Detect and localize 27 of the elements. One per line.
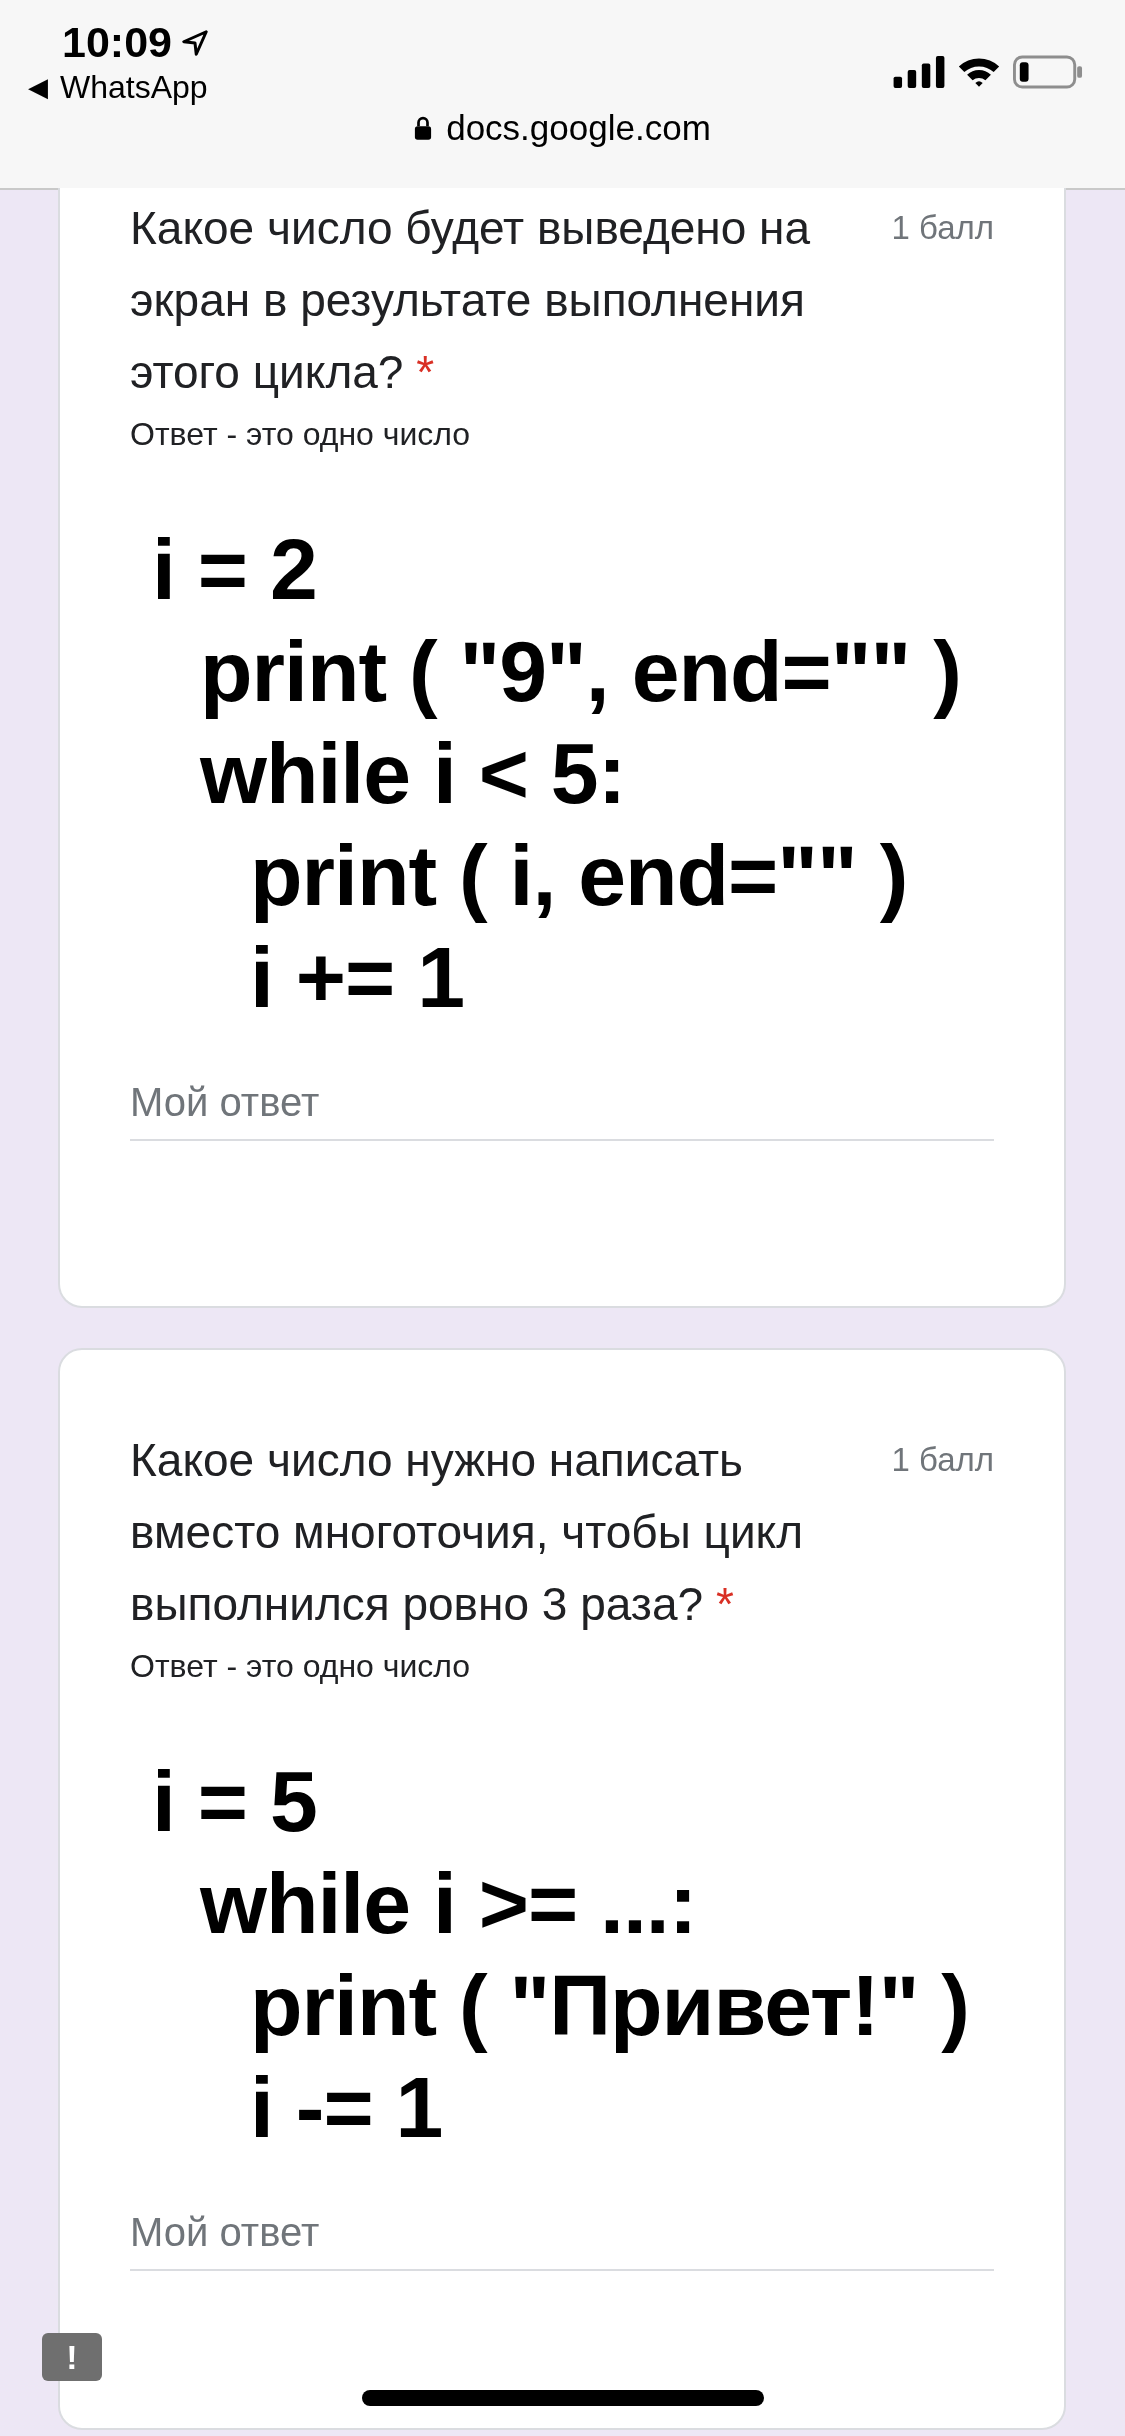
- location-arrow-icon: [180, 27, 210, 58]
- lock-icon: [414, 116, 433, 140]
- back-app-link[interactable]: WhatsApp: [60, 69, 208, 106]
- answer-field[interactable]: Мой ответ: [130, 1068, 994, 1141]
- back-arrow[interactable]: ◀: [28, 72, 48, 103]
- signal-icon: [893, 56, 945, 88]
- code-line: print ( "Привет!" ): [249, 1956, 970, 2055]
- question-title: Какое число нужно написать вместо многоточия, чтобы цикл выполнился ровно 3 раза? *: [130, 1433, 805, 1632]
- wifi-icon: [957, 56, 1001, 88]
- code-line: while i >= ...:: [199, 1854, 698, 1953]
- code-line: i = 2: [152, 520, 318, 619]
- code-line: print ( "9", end="" ): [199, 622, 962, 721]
- code-line: i += 1: [249, 928, 465, 1027]
- question-hint: Ответ - это одно число: [130, 1647, 472, 1686]
- clock-time: 10:09: [62, 18, 172, 67]
- battery-icon: [1013, 55, 1083, 89]
- url-text[interactable]: docs.google.com: [446, 108, 711, 148]
- code-line: i = 5: [152, 1752, 318, 1851]
- report-problem-button[interactable]: !: [42, 2333, 102, 2381]
- points-label: 1 балл: [891, 1440, 994, 1480]
- answer-field[interactable]: Мой ответ: [130, 2198, 994, 2271]
- question-title: Какое число будет выведено на экран в результате выполнения этого цикла? *: [130, 201, 812, 400]
- code-line: i -= 1: [249, 2058, 444, 2157]
- question-hint: Ответ - это одно число: [130, 415, 472, 454]
- code-line: print ( i, end="" ): [249, 826, 909, 925]
- code-line: while i < 5:: [199, 724, 627, 823]
- points-label: 1 балл: [891, 208, 994, 248]
